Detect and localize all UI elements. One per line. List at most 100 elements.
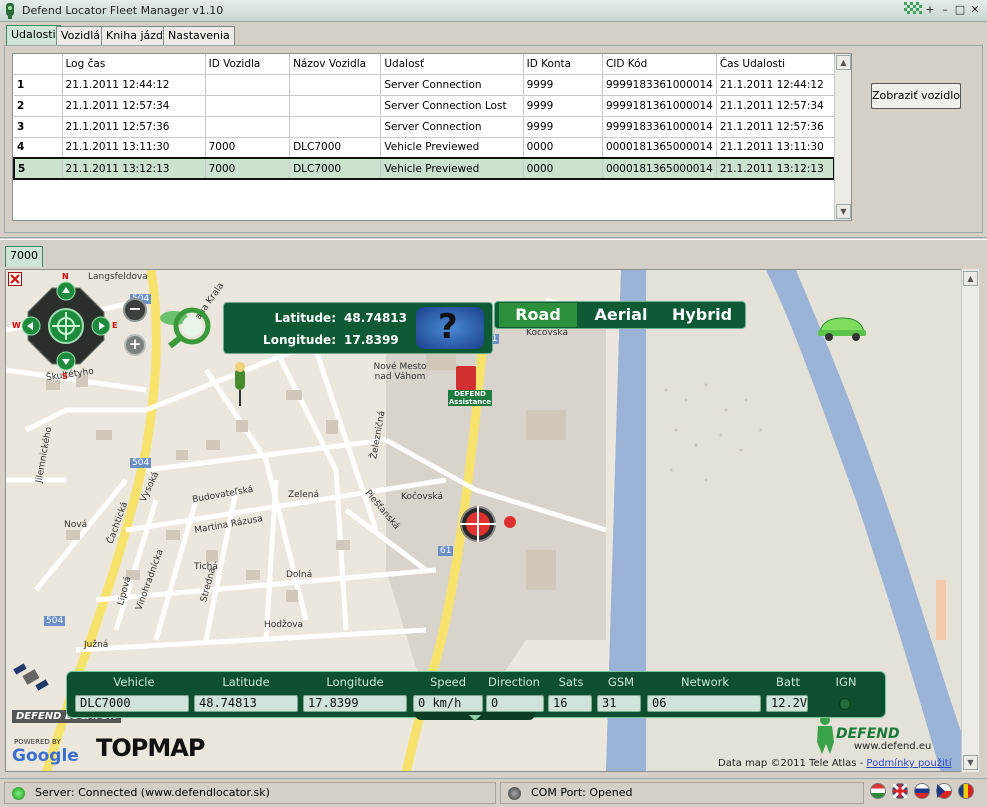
compass-south-label: S xyxy=(62,372,68,381)
defend-assistance-icon[interactable]: DEFEND Assistance xyxy=(448,366,492,406)
table-row[interactable]: 2 21.1.2011 12:57:34 Server Connection L… xyxy=(14,95,835,117)
app-icon xyxy=(4,3,16,19)
cell-cid: 9999181361000014 xyxy=(602,95,717,117)
col-cas-udalosti[interactable]: Čas Udalosti xyxy=(716,54,835,75)
tab-nastavenia[interactable]: Nastavenia xyxy=(163,26,235,46)
compass-east-label: E xyxy=(112,321,118,330)
table-row-selected[interactable]: 5 21.1.2011 13:12:13 7000 DLC7000 Vehicl… xyxy=(13,157,835,180)
map-scrollbar[interactable]: ▲ ▼ xyxy=(961,269,979,772)
window-title: Defend Locator Fleet Manager v1.10 xyxy=(22,4,224,17)
cell-account: 0000 xyxy=(523,157,603,180)
map-type-road[interactable]: Road xyxy=(499,303,577,327)
close-button[interactable]: ✕ xyxy=(967,3,983,18)
network-value: 06 xyxy=(647,695,761,712)
server-status-icon xyxy=(12,787,25,800)
zoom-out-button[interactable]: − xyxy=(123,298,147,322)
cell-event: Server Connection Lost xyxy=(380,95,524,117)
map-type-aerial[interactable]: Aerial xyxy=(583,303,659,327)
romanian-flag-icon[interactable] xyxy=(958,783,974,799)
cell-event: Vehicle Previewed xyxy=(380,137,524,159)
gsm-value: 31 xyxy=(597,695,641,712)
row-number: 1 xyxy=(14,74,63,96)
com-status: COM Port: Opened xyxy=(500,782,864,804)
cell-vehicle-id xyxy=(205,116,291,138)
czech-flag-icon[interactable] xyxy=(936,783,952,799)
cell-log: 21.1.2011 13:12:13 xyxy=(62,157,206,180)
street-view-pegman-icon[interactable] xyxy=(230,362,250,409)
table-row[interactable]: 4 21.1.2011 13:11:30 7000 DLC7000 Vehicl… xyxy=(14,137,835,159)
english-flag-icon[interactable] xyxy=(891,782,909,800)
cell-vehicle-name: DLC7000 xyxy=(289,157,382,180)
map-type-hybrid[interactable]: Hybrid xyxy=(663,303,741,327)
town-label: Nové Mesto nad Váhom xyxy=(373,362,427,382)
map-navigation-control[interactable] xyxy=(20,280,112,372)
compass-north-label: N xyxy=(62,272,69,281)
cell-vehicle-id xyxy=(205,95,291,117)
topmap-logo: TOPMAP xyxy=(96,734,205,762)
col-udalost[interactable]: Udalosť xyxy=(380,54,524,75)
cell-account: 0000 xyxy=(523,137,603,159)
scroll-down-icon[interactable]: ▼ xyxy=(963,755,978,770)
question-mark-icon: ? xyxy=(438,307,458,347)
row-number-header xyxy=(14,54,63,75)
info-bar-handle[interactable] xyxy=(415,712,535,721)
tab-vehicle-7000[interactable]: 7000 xyxy=(5,246,43,267)
road-badge: 504 xyxy=(44,616,66,626)
map-attribution: Data map ©2011 Tele Atlas - Podmínky pou… xyxy=(718,758,951,769)
tab-udalosti[interactable]: Udalosti xyxy=(6,25,61,45)
status-bar: Server: Connected (www.defendlocator.sk)… xyxy=(0,778,987,807)
hungarian-flag-icon[interactable] xyxy=(870,783,886,799)
tab-kniha-jazd[interactable]: Kniha jázd xyxy=(101,26,169,46)
cell-vehicle-id: 7000 xyxy=(205,137,291,159)
cell-account: 9999 xyxy=(523,116,603,138)
server-status-text: Server: Connected (www.defendlocator.sk) xyxy=(35,786,270,799)
vehicle-position-marker[interactable] xyxy=(456,506,522,549)
cell-cid: 9999183361000014 xyxy=(602,116,717,138)
minimize-button[interactable]: – xyxy=(937,3,953,18)
header-ign: IGN xyxy=(835,675,857,689)
maximize-button[interactable]: □ xyxy=(952,3,968,18)
table-row[interactable]: 3 21.1.2011 12:57:36 Server Connection 9… xyxy=(14,116,835,138)
help-globe-icon[interactable]: ? xyxy=(416,307,484,349)
cell-time: 21.1.2011 12:44:12 xyxy=(716,74,835,96)
col-id-vozidla[interactable]: ID Vozidla xyxy=(205,54,291,75)
vehicle-value: DLC7000 xyxy=(75,695,189,712)
table-scrollbar[interactable]: ▲ ▼ xyxy=(834,54,851,220)
add-icon[interactable]: + xyxy=(922,3,938,18)
header-vehicle: Vehicle xyxy=(113,675,155,689)
scroll-down-icon[interactable]: ▼ xyxy=(836,204,851,219)
col-cid-kod[interactable]: CID Kód xyxy=(602,54,717,75)
road-badge: 504 xyxy=(130,458,152,468)
street-label: Hodžova xyxy=(264,620,304,630)
splitter[interactable] xyxy=(0,237,987,240)
row-number: 2 xyxy=(14,95,63,117)
slovak-flag-icon[interactable] xyxy=(914,783,930,799)
col-log-cas[interactable]: Log čas xyxy=(62,54,206,75)
road-badge: 61 xyxy=(438,546,454,556)
scroll-up-icon[interactable]: ▲ xyxy=(836,55,851,70)
table-row[interactable]: 1 21.1.2011 12:44:12 Server Connection 9… xyxy=(14,74,835,96)
tab-vozidla[interactable]: Vozidlá xyxy=(56,26,106,46)
col-nazov-vozidla[interactable]: Názov Vozidla xyxy=(289,54,382,75)
street-label: Kočovská xyxy=(526,328,568,338)
terms-link[interactable]: Podmínky použití xyxy=(866,758,951,769)
title-bar: Defend Locator Fleet Manager v1.10 + – □… xyxy=(0,0,987,22)
cell-time: 21.1.2011 13:11:30 xyxy=(716,137,835,159)
street-label: Južná xyxy=(84,640,109,650)
map-type-selector: Road Aerial Hybrid xyxy=(494,301,746,329)
row-number: 5 xyxy=(13,157,63,180)
show-vehicle-button[interactable]: Zobraziť vozidlo xyxy=(871,83,961,109)
longitude-value: 17.8399 xyxy=(303,695,407,712)
scroll-up-icon[interactable]: ▲ xyxy=(963,271,978,286)
vehicle-car-icon[interactable] xyxy=(816,314,868,345)
google-logo: Google xyxy=(12,746,79,766)
compass-west-label: W xyxy=(12,321,21,330)
latitude-value: 48.74813 xyxy=(194,695,298,712)
events-table[interactable]: Log čas ID Vozidla Názov Vozidla Udalosť… xyxy=(12,53,852,221)
cell-vehicle-name xyxy=(289,74,382,96)
latitude-label: Latitude: xyxy=(274,311,336,325)
zoom-in-button[interactable]: + xyxy=(124,334,146,356)
header-sats: Sats xyxy=(558,675,584,689)
find-vehicle-icon[interactable] xyxy=(152,304,214,351)
col-id-konta[interactable]: ID Konta xyxy=(523,54,603,75)
